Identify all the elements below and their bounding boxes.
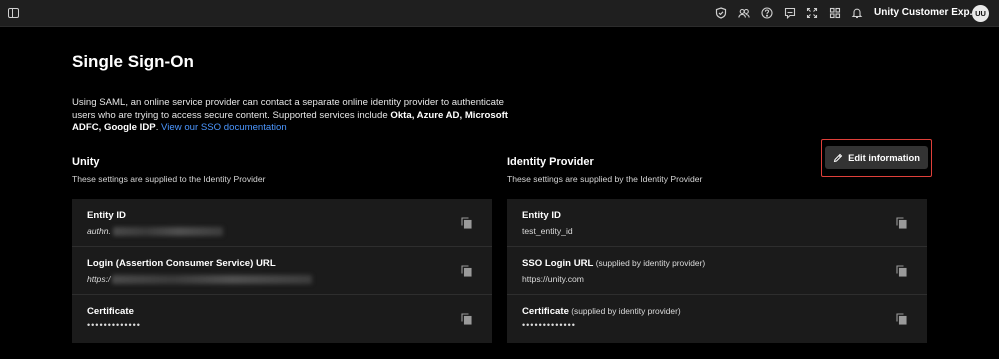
copy-icon[interactable]: [461, 265, 472, 277]
copy-icon[interactable]: [461, 313, 472, 325]
organization-name[interactable]: Unity Customer Exp...: [874, 7, 978, 18]
edit-information-label: Edit information: [848, 152, 920, 163]
field-label: Entity ID: [522, 210, 561, 221]
field-label-note: (supplied by identity provider): [568, 306, 681, 316]
edit-information-button[interactable]: Edit information: [825, 146, 928, 169]
idp-section-title: Identity Provider: [507, 156, 594, 168]
field-value: authn.: [87, 226, 223, 237]
fullscreen-icon[interactable]: [806, 7, 818, 19]
users-icon[interactable]: [738, 7, 750, 19]
idp-section-subtitle: These settings are supplied by the Ident…: [507, 174, 703, 184]
unity-certificate-row: Certificate •••••••••••••: [72, 295, 492, 343]
shield-icon[interactable]: [715, 7, 727, 19]
sidebar-toggle-icon[interactable]: [8, 8, 19, 18]
help-icon[interactable]: [761, 7, 773, 19]
idp-sso-login-url-row: SSO Login URL (supplied by identity prov…: [507, 247, 927, 295]
copy-icon[interactable]: [896, 217, 907, 229]
field-label-note: (supplied by identity provider): [593, 258, 706, 268]
certificate-value: •••••••••••••: [522, 320, 576, 330]
feedback-icon[interactable]: [784, 7, 796, 19]
field-label: Entity ID: [87, 210, 126, 221]
certificate-value: •••••••••••••: [87, 320, 141, 330]
sso-login-url-value: https://unity.com: [522, 274, 584, 284]
field-label: Certificate (supplied by identity provid…: [522, 306, 681, 317]
bell-icon[interactable]: [851, 7, 863, 19]
redacted-value: [112, 275, 313, 285]
intro-text: Using SAML, an online service provider c…: [72, 97, 512, 135]
field-label: Login (Assertion Consumer Service) URL: [87, 258, 276, 269]
field-label: SSO Login URL (supplied by identity prov…: [522, 258, 705, 269]
avatar[interactable]: UU: [972, 5, 989, 22]
entity-id-value: test_entity_id: [522, 226, 573, 236]
unity-section-title: Unity: [72, 156, 100, 168]
unity-settings-panel: Entity ID authn. Login (Assertion Consum…: [72, 199, 492, 343]
entity-id-value: authn.: [87, 226, 111, 236]
pencil-icon: [833, 153, 843, 163]
idp-settings-panel: Entity ID test_entity_id SSO Login URL (…: [507, 199, 927, 343]
idp-entity-id-row: Entity ID test_entity_id: [507, 199, 927, 247]
redacted-value: [112, 227, 223, 237]
unity-login-url-row: Login (Assertion Consumer Service) URL h…: [72, 247, 492, 295]
field-label-text: Certificate: [522, 306, 569, 317]
copy-icon[interactable]: [896, 265, 907, 277]
field-label: Certificate: [87, 306, 134, 317]
unity-entity-id-row: Entity ID authn.: [72, 199, 492, 247]
copy-icon[interactable]: [896, 313, 907, 325]
sso-documentation-link[interactable]: View our SSO documentation: [161, 122, 287, 133]
field-label-text: SSO Login URL: [522, 258, 594, 269]
field-value: https:/: [87, 274, 313, 285]
copy-icon[interactable]: [461, 217, 472, 229]
field-label-text: Entity ID: [522, 210, 561, 221]
idp-certificate-row: Certificate (supplied by identity provid…: [507, 295, 927, 343]
unity-section-subtitle: These settings are supplied to the Ident…: [72, 174, 266, 184]
top-bar: Unity Customer Exp... UU: [0, 0, 999, 27]
page-title: Single Sign-On: [72, 52, 194, 71]
login-url-value: https:/: [87, 274, 111, 284]
apps-grid-icon[interactable]: [829, 7, 841, 19]
